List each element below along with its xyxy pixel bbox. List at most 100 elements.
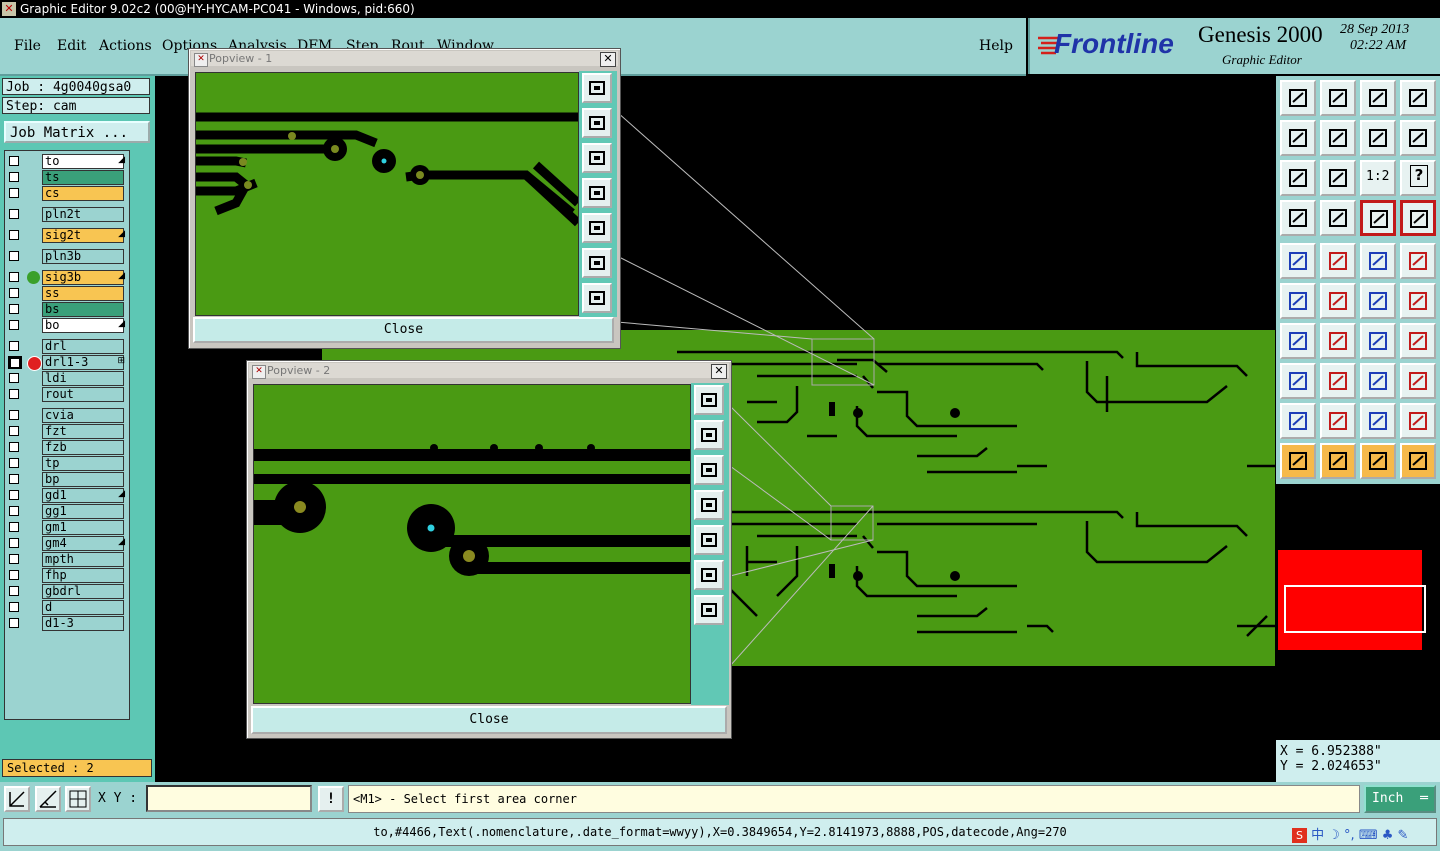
layer-row-mpth[interactable]: mpth <box>5 552 127 567</box>
layer-name[interactable]: rout <box>42 387 124 402</box>
layer-checkbox[interactable] <box>9 188 19 198</box>
layer-row-sig3b[interactable]: sig3b ◢ <box>5 270 127 285</box>
menu-edit[interactable]: Edit <box>57 38 86 54</box>
layer-name[interactable]: drl <box>42 339 124 354</box>
layer-checkbox[interactable] <box>9 320 19 330</box>
popview-2-zoom-out-button[interactable] <box>694 560 724 590</box>
layer-name[interactable]: sig3b <box>42 270 124 285</box>
pointer-tool-button[interactable] <box>1280 443 1316 479</box>
fit-tool-button[interactable] <box>1280 160 1316 196</box>
layer-name[interactable]: cvia <box>42 408 124 423</box>
layer-checkbox[interactable] <box>9 156 19 166</box>
popview-2-close-button[interactable]: Close <box>251 706 727 734</box>
layer-checkbox[interactable] <box>9 538 19 548</box>
popview-1-pan-up-button[interactable] <box>582 108 612 138</box>
center-tool-button[interactable] <box>1320 160 1356 196</box>
layer-name[interactable]: gm4 <box>42 536 124 551</box>
xy-input[interactable] <box>146 785 312 812</box>
layer-name[interactable]: ss <box>42 286 124 301</box>
units-dropdown[interactable]: Inch ═ <box>1364 785 1436 813</box>
group-tool-button[interactable] <box>1400 363 1436 399</box>
popview-2-close-icon[interactable]: ✕ <box>711 364 727 379</box>
layer-row-gd1[interactable]: gd1 ◢ <box>5 488 127 503</box>
layer-checkbox[interactable] <box>9 251 19 261</box>
move-tool-button[interactable] <box>1360 283 1396 319</box>
layer-row-gbdrl[interactable]: gbdrl <box>5 584 127 599</box>
layer-row-fzb[interactable]: fzb <box>5 440 127 455</box>
popview-1-titlebar[interactable]: ✕ Popview - 1 <box>191 51 618 67</box>
navigation-view[interactable] <box>1276 484 1440 738</box>
layer-row-ts[interactable]: ts <box>5 170 127 185</box>
layer-name[interactable]: d1-3 <box>42 616 124 631</box>
arch-tool-button[interactable] <box>1320 403 1356 439</box>
cross-tool-button[interactable] <box>1320 283 1356 319</box>
layer-name[interactable]: bp <box>42 472 124 487</box>
layer-checkbox[interactable] <box>9 602 19 612</box>
layer-checkbox[interactable] <box>9 288 19 298</box>
tools-tool-button[interactable] <box>1280 200 1316 236</box>
layer-checkbox[interactable] <box>9 426 19 436</box>
nav-view-rectangle[interactable] <box>1284 585 1426 633</box>
input-method-icon[interactable]: S <box>1292 828 1307 843</box>
layer-checkbox[interactable] <box>9 172 19 182</box>
layer-name[interactable]: pln3b <box>42 249 124 264</box>
layer-checkbox[interactable] <box>9 586 19 596</box>
help-tool-button[interactable]: ? <box>1400 160 1436 196</box>
popview-1-zoom-region-button[interactable] <box>582 73 612 103</box>
alert-button[interactable]: ! <box>318 786 344 812</box>
layer-row-bo[interactable]: bo ◢ <box>5 318 127 333</box>
layer-name[interactable]: mpth <box>42 552 124 567</box>
pin-tool-button[interactable] <box>1280 243 1316 279</box>
layer-checkbox[interactable] <box>9 522 19 532</box>
layer-name[interactable]: pln2t <box>42 207 124 222</box>
measure-button[interactable] <box>35 786 61 812</box>
layer-name[interactable]: tp <box>42 456 124 471</box>
select-tool-button[interactable] <box>1280 363 1316 399</box>
layer-name[interactable]: gd1 <box>42 488 124 503</box>
layer-name[interactable]: to <box>42 154 124 169</box>
layer-checkbox[interactable] <box>9 458 19 468</box>
layer-row-pln3b[interactable]: pln3b <box>5 249 127 264</box>
layer-name[interactable]: d <box>42 600 124 615</box>
layer-row-drl[interactable]: drl <box>5 339 127 354</box>
angle-tool-button[interactable] <box>1280 323 1316 359</box>
layer-checkbox[interactable] <box>9 474 19 484</box>
dimension-tool-button[interactable] <box>1360 363 1396 399</box>
layer-checkbox[interactable] <box>9 618 19 628</box>
layer-row-ldi[interactable]: ldi <box>5 371 127 386</box>
arch-wave-tool-button[interactable] <box>1400 403 1436 439</box>
layer-row-cs[interactable]: cs <box>5 186 127 201</box>
popview-2-canvas[interactable] <box>253 384 691 704</box>
job-matrix-button[interactable]: Job Matrix ... <box>4 121 150 143</box>
popview-2-pan-up-button[interactable] <box>694 420 724 450</box>
layer-checkbox[interactable] <box>9 209 19 219</box>
flip-tool-button[interactable] <box>1360 120 1396 156</box>
mirror-tool-button[interactable] <box>1400 120 1436 156</box>
pan-right-tool-button[interactable] <box>1320 120 1356 156</box>
popview-2-pan-right-button[interactable] <box>694 525 724 555</box>
split-tool-button[interactable] <box>1400 323 1436 359</box>
pointer-box-tool-button[interactable] <box>1320 443 1356 479</box>
popview-2-zoom-region-button[interactable] <box>694 385 724 415</box>
layer-checkbox[interactable] <box>9 341 19 351</box>
popview-2-pan-down-button[interactable] <box>694 455 724 485</box>
grid-tool-button[interactable] <box>1320 200 1356 236</box>
line-tool-button[interactable] <box>1320 323 1356 359</box>
layer-name[interactable]: ts <box>42 170 124 185</box>
layer-checkbox[interactable] <box>9 442 19 452</box>
layer-row-pln2t[interactable]: pln2t <box>5 207 127 222</box>
popview-1-pan-down-button[interactable] <box>582 143 612 173</box>
popview-1-close-icon[interactable]: ✕ <box>600 52 616 67</box>
popview-2-pan-left-button[interactable] <box>694 490 724 520</box>
layer-checkbox[interactable] <box>9 373 19 383</box>
menu-help[interactable]: Help <box>979 38 1013 54</box>
layer-row-rout[interactable]: rout <box>5 387 127 402</box>
layer-checkbox[interactable] <box>9 554 19 564</box>
layer-checkbox[interactable] <box>9 230 19 240</box>
layer-row-cvia[interactable]: cvia <box>5 408 127 423</box>
popview-1-pan-right-button[interactable] <box>582 213 612 243</box>
layer-checkbox[interactable] <box>9 272 19 282</box>
layer-name[interactable]: gg1 <box>42 504 124 519</box>
snap-on-tool-button[interactable] <box>1360 200 1396 236</box>
snap-button[interactable] <box>4 786 30 812</box>
